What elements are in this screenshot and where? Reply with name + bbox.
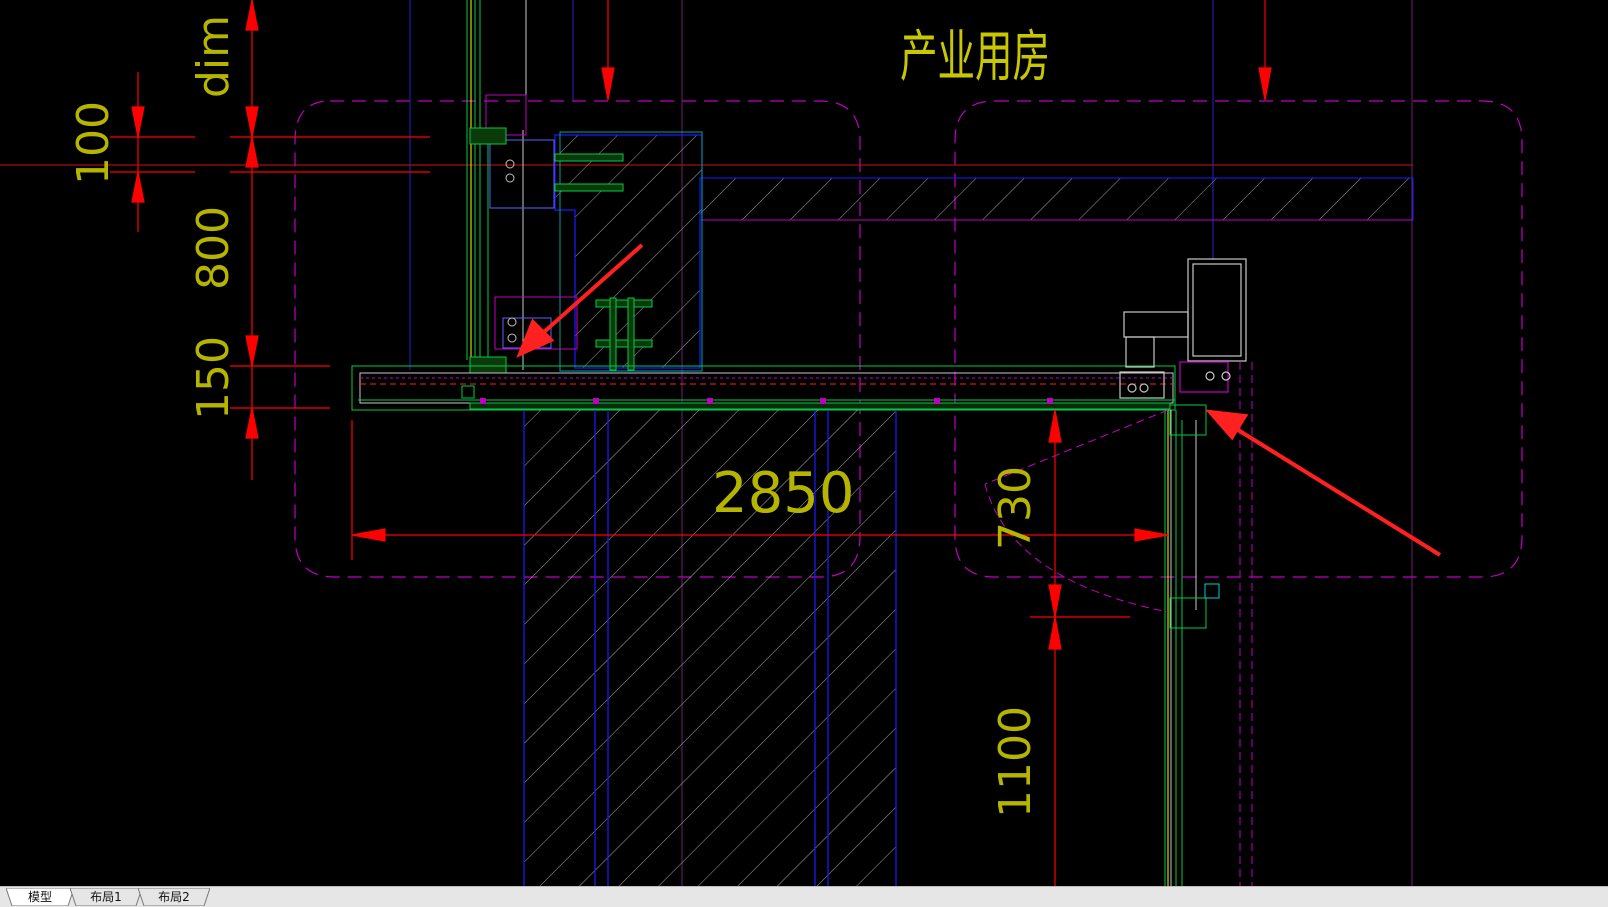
layout-tab-bar: 模型 布局1 布局2 (0, 886, 1608, 907)
tab-model[interactable]: 模型 (6, 888, 74, 906)
room-label: 产业用房 (900, 25, 1050, 90)
tab-layout2-label: 布局2 (158, 890, 190, 904)
dim-label-150: 150 (188, 336, 239, 420)
dim-label-100: 100 (68, 101, 119, 185)
dim-label-800: 800 (188, 206, 239, 290)
drawing-canvas[interactable]: 产业用房 dim 100 800 150 2850 730 1100 (0, 0, 1608, 886)
dim-label-730: 730 (990, 466, 1041, 550)
pointer-arrow-right (1205, 409, 1442, 557)
steel-bracket (1119, 258, 1247, 399)
tab-model-label: 模型 (27, 890, 52, 904)
dim-label-1100: 1100 (990, 706, 1041, 818)
curtain-wall-right (1164, 362, 1253, 886)
tab-layout2[interactable]: 布局2 (138, 888, 210, 906)
dim-label-top: dim (188, 15, 239, 98)
dim-label-2850: 2850 (712, 461, 855, 526)
cad-drawing: 产业用房 dim 100 800 150 2850 730 1100 (0, 0, 1523, 886)
tab-layout1-label: 布局1 (90, 890, 122, 904)
tab-layout1[interactable]: 布局1 (70, 888, 142, 906)
